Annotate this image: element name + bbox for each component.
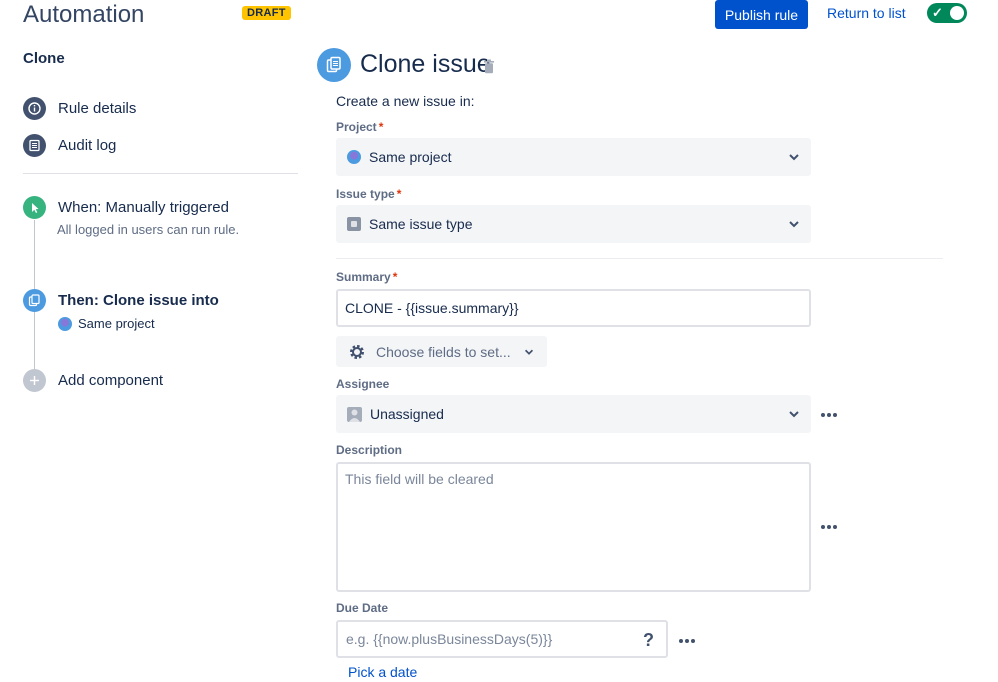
- due-date-more-icon[interactable]: [679, 630, 697, 646]
- due-date-label: Due Date: [336, 601, 389, 615]
- user-avatar-icon: [347, 406, 362, 422]
- sidebar-item-label: Rule details: [58, 100, 137, 117]
- assignee-label: Assignee: [336, 377, 390, 391]
- plus-icon: [23, 369, 46, 392]
- sidebar-item-label: Audit log: [58, 137, 117, 154]
- trigger-subtitle: All logged in users can run rule.: [57, 222, 240, 237]
- summary-input[interactable]: CLONE - {{issue.summary}}: [336, 289, 811, 327]
- assignee-more-icon[interactable]: [821, 404, 839, 420]
- publish-rule-button[interactable]: Publish rule: [715, 0, 808, 29]
- due-date-placeholder: e.g. {{now.plusBusinessDays(5)}}: [346, 631, 553, 647]
- return-to-list-link[interactable]: Return to list: [827, 5, 906, 21]
- trigger-title: When: Manually triggered: [58, 199, 229, 216]
- summary-label: Summary *: [336, 270, 398, 284]
- page-title: Clone issue: [360, 50, 491, 78]
- clone-issue-icon: [317, 48, 351, 82]
- toggle-knob: [950, 6, 964, 20]
- gear-icon: [350, 344, 364, 359]
- info-icon: [23, 97, 46, 120]
- action-subtitle: Same project: [78, 316, 155, 331]
- rule-enabled-toggle[interactable]: ✓: [927, 3, 967, 23]
- project-select[interactable]: Same project: [336, 138, 811, 176]
- issue-type-label: Issue type *: [336, 187, 402, 201]
- project-avatar-icon: [347, 150, 361, 164]
- choose-fields-button[interactable]: Choose fields to set...: [336, 336, 547, 367]
- sidebar-divider: [23, 173, 298, 174]
- description-label: Description: [336, 443, 403, 457]
- description-more-icon[interactable]: [821, 516, 839, 532]
- section-divider: [336, 258, 943, 259]
- chevron-down-icon: [789, 154, 799, 161]
- action-subtitle-row: Same project: [58, 316, 155, 331]
- assignee-value: Unassigned: [370, 406, 444, 422]
- help-icon[interactable]: ?: [643, 630, 654, 651]
- check-icon: ✓: [932, 5, 943, 20]
- pick-a-date-link[interactable]: Pick a date: [348, 664, 417, 680]
- list-icon: [23, 134, 46, 157]
- sidebar-item-rule-details[interactable]: Rule details: [23, 97, 136, 120]
- component-trigger[interactable]: When: Manually triggered: [23, 196, 229, 219]
- sidebar-item-audit-log[interactable]: Audit log: [23, 134, 116, 157]
- trash-icon[interactable]: [483, 59, 495, 74]
- assignee-select[interactable]: Unassigned: [336, 395, 811, 433]
- clone-icon: [23, 289, 46, 312]
- description-textarea[interactable]: This field will be cleared: [336, 462, 811, 592]
- issue-type-value: Same issue type: [369, 216, 473, 232]
- issue-type-select[interactable]: Same issue type: [336, 205, 811, 243]
- chevron-down-icon: [789, 411, 799, 418]
- rule-name: Clone: [23, 50, 65, 67]
- add-component-button[interactable]: Add component: [23, 369, 163, 392]
- add-component-label: Add component: [58, 372, 164, 389]
- component-action[interactable]: Then: Clone issue into: [23, 289, 219, 312]
- app-title: Automation: [23, 1, 145, 28]
- chevron-down-icon: [524, 349, 533, 355]
- due-date-input[interactable]: e.g. {{now.plusBusinessDays(5)}} ?: [336, 620, 668, 658]
- chevron-down-icon: [789, 221, 799, 228]
- project-avatar-icon: [58, 316, 72, 331]
- choose-fields-label: Choose fields to set...: [376, 343, 511, 360]
- action-title: Then: Clone issue into: [58, 292, 219, 309]
- intro-text: Create a new issue in:: [336, 93, 475, 109]
- status-badge: DRAFT: [242, 6, 291, 20]
- project-value: Same project: [369, 149, 452, 165]
- issue-type-icon: [347, 217, 361, 231]
- project-label: Project *: [336, 120, 384, 134]
- cursor-click-icon: [23, 196, 46, 219]
